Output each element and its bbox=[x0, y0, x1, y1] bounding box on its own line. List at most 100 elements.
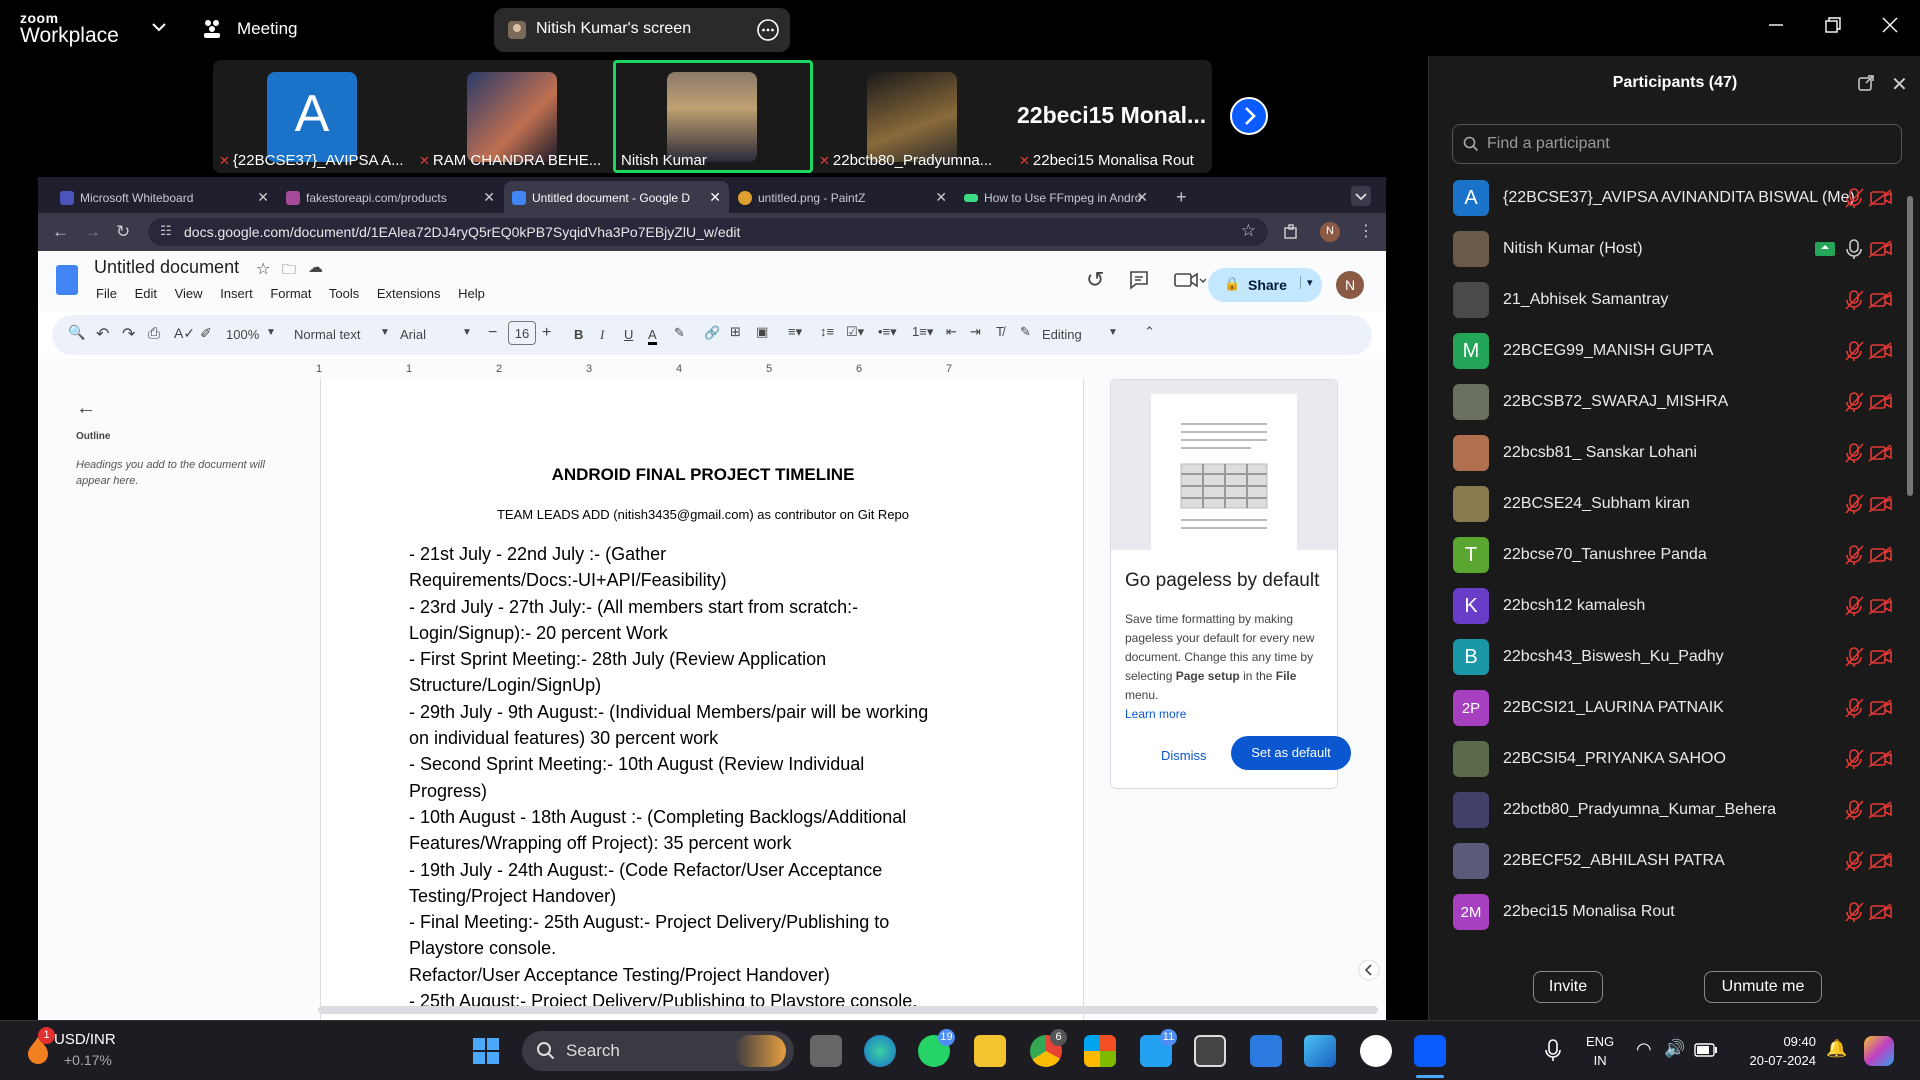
document-page[interactable]: ANDROID FINAL PROJECT TIMELINE TEAM LEAD… bbox=[320, 379, 1084, 1020]
browser-tab[interactable]: fakestoreapi.com/products ✕ bbox=[278, 181, 503, 213]
forward-icon[interactable]: → bbox=[84, 222, 101, 242]
reload-icon[interactable]: ↻ bbox=[116, 222, 130, 242]
site-settings-icon[interactable]: ☷ bbox=[160, 223, 172, 239]
paint-format-icon[interactable]: ✐ bbox=[200, 325, 212, 342]
browser-menu-icon[interactable]: ⋮ bbox=[1358, 221, 1374, 241]
set-as-default-button[interactable]: Set as default bbox=[1231, 736, 1351, 770]
clear-formatting-icon[interactable]: T̸ bbox=[996, 324, 1004, 339]
decrease-font-size-icon[interactable]: − bbox=[488, 324, 497, 342]
checklist-icon[interactable]: ☑▾ bbox=[846, 324, 864, 340]
video-tile[interactable]: ✕ 22bctb80_Pradyumna... bbox=[813, 60, 1013, 173]
browser-tab[interactable]: untitled.png - PaintZ ✕ bbox=[730, 181, 955, 213]
menu-extensions[interactable]: Extensions bbox=[377, 286, 441, 301]
participant-row[interactable]: 22BCSI54_PRIYANKA SAHOO bbox=[1429, 735, 1901, 786]
browser-tab-active[interactable]: Untitled document - Google D ✕ bbox=[504, 181, 729, 213]
close-panel-icon[interactable]: ✕ bbox=[1891, 72, 1908, 97]
app-store-icon[interactable] bbox=[1360, 1035, 1392, 1067]
participant-row[interactable]: 22BCSE24_Subham kiran bbox=[1429, 480, 1901, 531]
browser-tab[interactable]: How to Use FFmpeg in Andro ✕ bbox=[956, 181, 1156, 213]
close-tab-icon[interactable]: ✕ bbox=[709, 189, 721, 206]
undo-icon[interactable]: ↶ bbox=[96, 324, 109, 344]
bookmark-star-icon[interactable]: ☆ bbox=[1241, 221, 1256, 241]
google-docs-logo-icon[interactable] bbox=[56, 265, 78, 295]
notifications-bell-icon[interactable]: 🔔 bbox=[1826, 1039, 1847, 1059]
zoom-app-icon[interactable] bbox=[1414, 1035, 1446, 1067]
close-tab-icon[interactable]: ✕ bbox=[935, 189, 947, 206]
spellcheck-icon[interactable]: A✓ bbox=[174, 325, 195, 342]
line-spacing-icon[interactable]: ↕≡ bbox=[820, 324, 834, 339]
menu-help[interactable]: Help bbox=[458, 286, 485, 301]
clock[interactable]: 09:40 20-07-2024 bbox=[1740, 1032, 1817, 1070]
decrease-indent-icon[interactable]: ⇤ bbox=[946, 324, 957, 340]
invite-button[interactable]: Invite bbox=[1533, 971, 1603, 1003]
font-select[interactable]: Arial bbox=[400, 327, 426, 342]
learn-more-link[interactable]: Learn more bbox=[1125, 707, 1186, 721]
collapse-toolbar-icon[interactable]: ⌃ bbox=[1144, 324, 1155, 340]
document-title[interactable]: Untitled document bbox=[94, 257, 239, 278]
menu-view[interactable]: View bbox=[175, 286, 203, 301]
battery-icon[interactable] bbox=[1694, 1043, 1718, 1057]
increase-indent-icon[interactable]: ⇥ bbox=[970, 324, 981, 340]
close-tab-icon[interactable]: ✕ bbox=[1136, 189, 1148, 206]
document-body[interactable]: - 21st July - 22nd July :- (Gather Requir… bbox=[409, 541, 1009, 1014]
menu-format[interactable]: Format bbox=[270, 286, 311, 301]
bold-icon[interactable]: B bbox=[574, 327, 583, 342]
comments-icon[interactable] bbox=[1128, 269, 1150, 291]
participant-row[interactable]: 2M 22beci15 Monalisa Rout bbox=[1429, 888, 1901, 939]
taskbar-search-box[interactable]: Search bbox=[522, 1031, 794, 1071]
task-view-icon[interactable] bbox=[810, 1035, 842, 1067]
file-explorer-icon[interactable] bbox=[974, 1035, 1006, 1067]
menu-edit[interactable]: Edit bbox=[135, 286, 157, 301]
font-size-input[interactable]: 16 bbox=[508, 321, 536, 345]
pop-out-icon[interactable] bbox=[1857, 74, 1875, 92]
participants-scrollbar[interactable] bbox=[1907, 196, 1913, 496]
numbered-list-icon[interactable]: 1≡▾ bbox=[912, 324, 933, 340]
participant-row[interactable]: 21_Abhisek Samantray bbox=[1429, 276, 1901, 327]
ms-store-icon[interactable] bbox=[1084, 1035, 1116, 1067]
side-panel-collapse-icon[interactable] bbox=[1358, 959, 1380, 981]
star-icon[interactable]: ☆ bbox=[256, 259, 270, 279]
new-tab-icon[interactable]: + bbox=[1176, 187, 1187, 208]
profile-avatar[interactable]: N bbox=[1320, 222, 1340, 242]
italic-icon[interactable]: I bbox=[600, 327, 604, 343]
url-input[interactable]: ☷ docs.google.com/document/d/1EAlea72DJ4… bbox=[148, 218, 1268, 246]
highlight-icon[interactable]: ✎ bbox=[674, 325, 685, 341]
increase-font-size-icon[interactable]: + bbox=[542, 324, 551, 342]
menu-file[interactable]: File bbox=[96, 286, 117, 301]
back-arrow-icon[interactable]: ← bbox=[76, 397, 96, 420]
close-tab-icon[interactable]: ✕ bbox=[483, 189, 495, 206]
zoom-select[interactable]: 100% bbox=[226, 327, 259, 342]
participant-row[interactable]: 22bctb80_Pradyumna_Kumar_Behera bbox=[1429, 786, 1901, 837]
add-comment-icon[interactable]: ⊞ bbox=[730, 324, 741, 340]
snipping-tool-icon[interactable] bbox=[1194, 1035, 1226, 1067]
menu-tools[interactable]: Tools bbox=[329, 286, 359, 301]
move-folder-icon[interactable]: 🗀 bbox=[282, 259, 296, 283]
participant-row[interactable]: 22BCSB72_SWARAJ_MISHRA bbox=[1429, 378, 1901, 429]
meeting-menu-label[interactable]: Meeting bbox=[237, 19, 297, 39]
minimize-icon[interactable] bbox=[1765, 14, 1787, 36]
text-color-icon[interactable]: A bbox=[648, 327, 657, 345]
editing-mode-select[interactable]: Editing bbox=[1042, 327, 1082, 342]
participant-row[interactable]: M 22BCEG99_MANISH GUPTA bbox=[1429, 327, 1901, 378]
dismiss-button[interactable]: Dismiss bbox=[1161, 748, 1207, 763]
align-icon[interactable]: ≡▾ bbox=[788, 324, 802, 340]
video-tile-active-speaker[interactable]: Nitish Kumar bbox=[613, 60, 813, 173]
wifi-icon[interactable]: ◠ bbox=[1636, 1039, 1652, 1060]
copilot-icon[interactable] bbox=[1864, 1036, 1894, 1066]
meet-call-icon[interactable] bbox=[1174, 271, 1206, 289]
menu-insert[interactable]: Insert bbox=[220, 286, 253, 301]
participant-row[interactable]: 22BECF52_ABHILASH PATRA bbox=[1429, 837, 1901, 888]
paragraph-style-select[interactable]: Normal text bbox=[294, 327, 360, 342]
browser-tab[interactable]: Microsoft Whiteboard ✕ bbox=[52, 181, 277, 213]
underline-icon[interactable]: U bbox=[624, 327, 633, 342]
share-dropdown-icon[interactable]: ▾ bbox=[1300, 276, 1313, 289]
bulleted-list-icon[interactable]: •≡▾ bbox=[878, 324, 897, 340]
restore-icon[interactable] bbox=[1822, 14, 1844, 36]
participant-row[interactable]: Nitish Kumar (Host) bbox=[1429, 225, 1901, 276]
insert-link-icon[interactable]: 🔗 bbox=[704, 325, 720, 341]
participant-row[interactable]: 22bcsb81_ Sanskar Lohani bbox=[1429, 429, 1901, 480]
participant-row[interactable]: K 22bcsh12 kamalesh bbox=[1429, 582, 1901, 633]
notepad-icon[interactable] bbox=[1250, 1035, 1282, 1067]
language-indicator[interactable]: ENG IN bbox=[1586, 1032, 1614, 1070]
participant-row[interactable]: 2P 22BCSI21_LAURINA PATNAIK bbox=[1429, 684, 1901, 735]
